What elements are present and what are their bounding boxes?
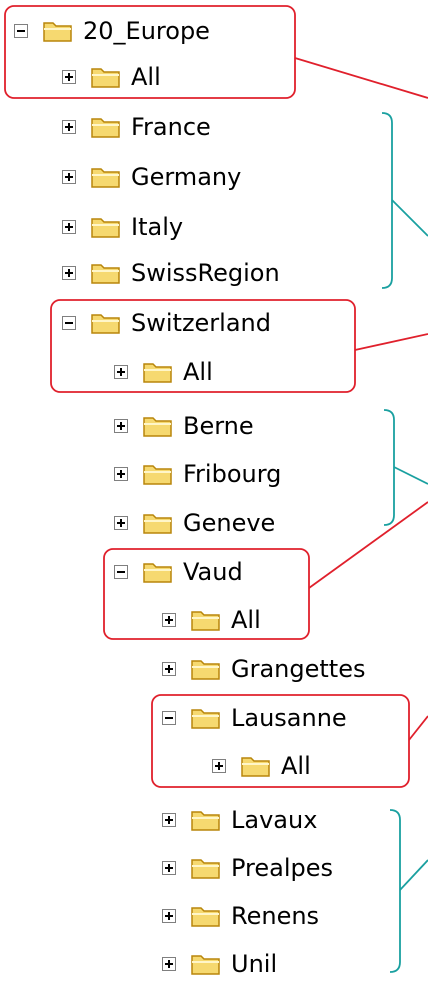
tree-item-label: Fribourg [183, 460, 282, 488]
tree-item-vaud-all[interactable]: All [162, 597, 261, 643]
tree-item-label: 20_Europe [83, 17, 210, 45]
expand-icon[interactable] [62, 266, 76, 280]
folder-icon [191, 859, 220, 879]
connector-line [308, 501, 428, 589]
folder-icon [191, 660, 220, 680]
folder-icon [91, 314, 120, 334]
bracket-country-group [381, 112, 393, 289]
tree-item-europe-all[interactable]: All [62, 54, 161, 100]
expand-icon[interactable] [162, 861, 176, 875]
folder-icon [91, 168, 120, 188]
tree-item-label: Grangettes [231, 655, 366, 683]
expand-icon[interactable] [114, 365, 128, 379]
tree-item-label: Vaud [183, 558, 243, 586]
tree-item-20-europe[interactable]: 20_Europe [14, 8, 210, 54]
tree-item-switzerland[interactable]: Switzerland [62, 300, 271, 346]
tree-item-label: Unil [231, 950, 278, 978]
folder-icon [191, 907, 220, 927]
tree-item-italy[interactable]: Italy [62, 204, 183, 250]
tree-item-france[interactable]: France [62, 104, 211, 150]
tree-item-fribourg[interactable]: Fribourg [114, 451, 281, 497]
expand-icon[interactable] [62, 120, 76, 134]
expand-icon[interactable] [162, 613, 176, 627]
tree-item-switzerland-all[interactable]: All [114, 349, 213, 395]
collapse-icon[interactable] [14, 24, 28, 38]
expand-icon[interactable] [114, 419, 128, 433]
tree-item-label: SwissRegion [131, 259, 280, 287]
folder-icon [43, 22, 72, 42]
bracket-canton-group [383, 409, 395, 526]
folder-icon [143, 514, 172, 534]
tree-item-swissregion[interactable]: SwissRegion [62, 250, 280, 296]
folder-icon [191, 611, 220, 631]
connector-line [354, 333, 428, 351]
folder-icon [241, 757, 270, 777]
folder-icon [191, 955, 220, 975]
expand-icon[interactable] [212, 759, 226, 773]
tree-item-lavaux[interactable]: Lavaux [162, 797, 317, 843]
tree-item-label: All [131, 63, 161, 91]
folder-icon [143, 363, 172, 383]
connector-line [391, 199, 428, 237]
tree-item-lausanne[interactable]: Lausanne [162, 695, 347, 741]
tree-item-lausanne-all[interactable]: All [212, 743, 311, 789]
connector-line [399, 859, 428, 891]
tree-item-geneve[interactable]: Geneve [114, 500, 275, 546]
folder-icon [143, 563, 172, 583]
tree-item-label: Renens [231, 902, 320, 930]
tree-item-vaud[interactable]: Vaud [114, 549, 243, 595]
tree-item-unil[interactable]: Unil [162, 941, 277, 987]
tree-item-label: Geneve [183, 509, 276, 537]
expand-icon[interactable] [62, 70, 76, 84]
tree-item-label: All [183, 358, 213, 386]
tree-item-label: Prealpes [231, 854, 334, 882]
collapse-icon[interactable] [114, 565, 128, 579]
expand-icon[interactable] [62, 220, 76, 234]
expand-icon[interactable] [162, 957, 176, 971]
expand-icon[interactable] [114, 467, 128, 481]
folder-icon [143, 417, 172, 437]
folder-icon [91, 68, 120, 88]
folder-icon [91, 218, 120, 238]
expand-icon[interactable] [162, 662, 176, 676]
tree-item-label: Italy [131, 213, 184, 241]
folder-icon [91, 264, 120, 284]
expand-icon[interactable] [62, 170, 76, 184]
folder-icon [143, 465, 172, 485]
tree-item-label: Lausanne [231, 704, 347, 732]
expand-icon[interactable] [162, 909, 176, 923]
folder-icon [191, 811, 220, 831]
tree-item-label: France [131, 113, 211, 141]
folder-icon [91, 118, 120, 138]
tree-item-label: All [231, 606, 261, 634]
connector-line [294, 57, 428, 99]
connector-line [408, 715, 428, 741]
bracket-site-group [389, 809, 401, 973]
expand-icon[interactable] [162, 813, 176, 827]
tree-item-label: Germany [131, 163, 242, 191]
tree-item-label: Switzerland [131, 309, 271, 337]
connector-line [393, 466, 428, 485]
tree-item-grangettes[interactable]: Grangettes [162, 646, 365, 692]
collapse-icon[interactable] [62, 316, 76, 330]
expand-icon[interactable] [114, 516, 128, 530]
tree-item-label: Lavaux [231, 806, 318, 834]
tree-item-label: Berne [183, 412, 254, 440]
tree-item-berne[interactable]: Berne [114, 403, 254, 449]
tree-item-germany[interactable]: Germany [62, 154, 241, 200]
tree-item-prealpes[interactable]: Prealpes [162, 845, 333, 891]
folder-icon [191, 709, 220, 729]
tree-item-label: All [281, 752, 311, 780]
tree-item-renens[interactable]: Renens [162, 893, 319, 939]
collapse-icon[interactable] [162, 711, 176, 725]
